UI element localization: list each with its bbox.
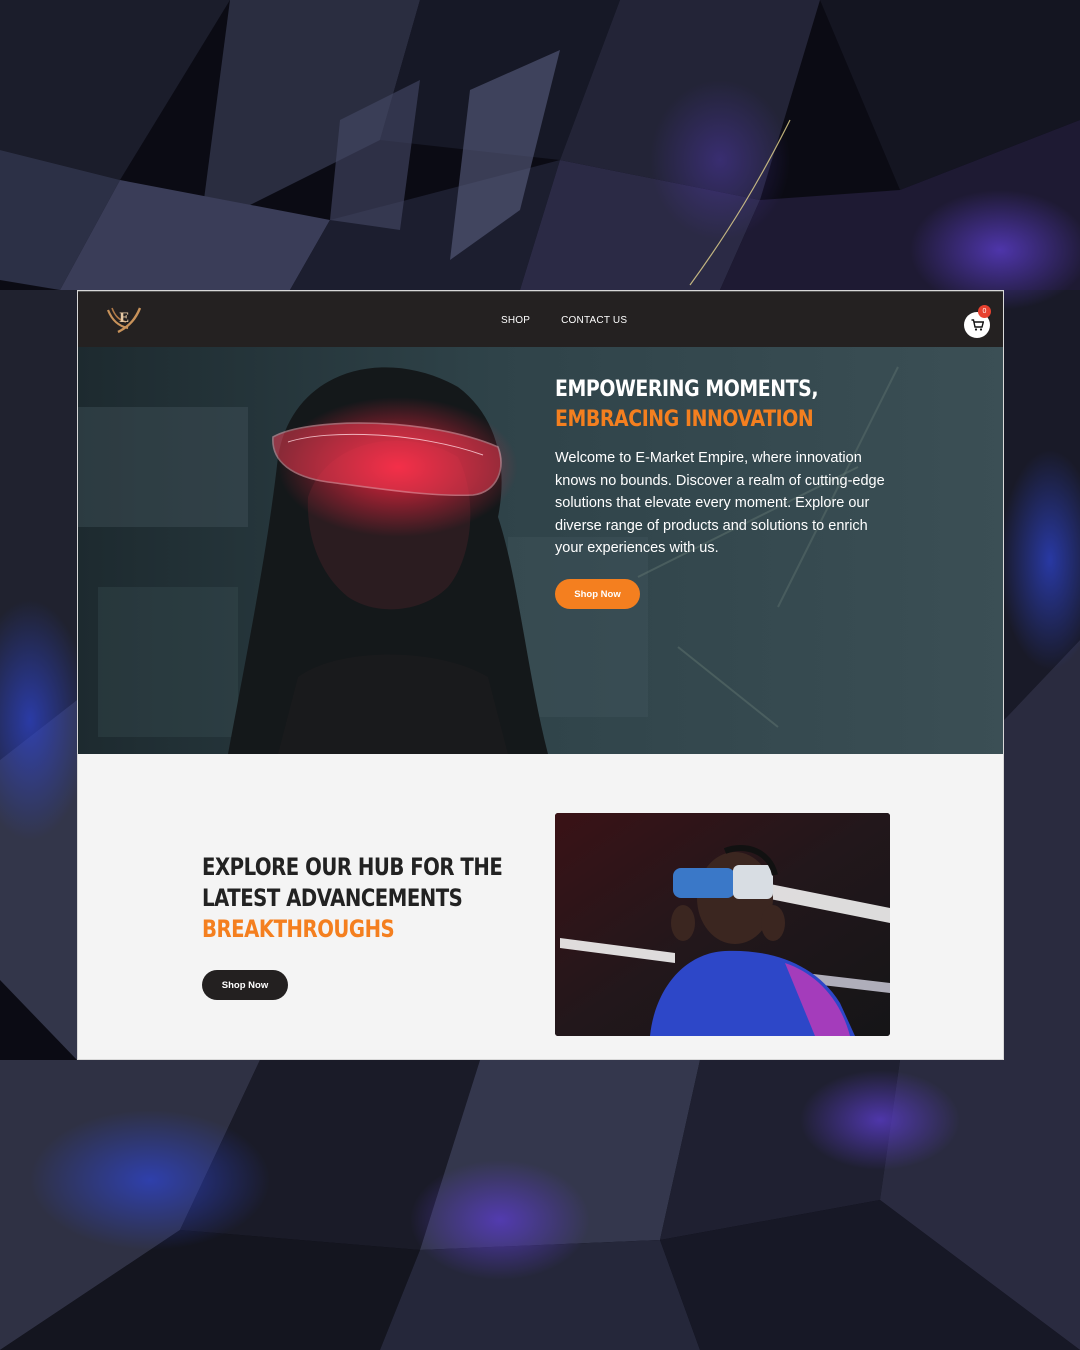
explore-title-line2: LATEST ADVANCEMENTS <box>202 884 463 912</box>
explore-title: EXPLORE OUR HUB FOR THE LATEST ADVANCEME… <box>202 852 530 945</box>
hero-shop-now-button[interactable]: Shop Now <box>555 579 640 609</box>
nav-link-shop[interactable]: SHOP <box>501 315 530 326</box>
hero-title: EMPOWERING MOMENTS, EMBRACING INNOVATION <box>555 375 899 435</box>
hero-section: EMPOWERING MOMENTS, EMBRACING INNOVATION… <box>78 347 1003 754</box>
navbar: E SHOP CONTACT US 0 <box>78 291 1003 347</box>
website-mockup: E SHOP CONTACT US 0 EMPOWERING MOMENTS, … <box>77 290 1004 1060</box>
hero-text-block: EMPOWERING MOMENTS, EMBRACING INNOVATION… <box>555 375 895 560</box>
cart-icon <box>971 319 984 331</box>
hero-title-line2: EMBRACING INNOVATION <box>555 407 814 432</box>
hero-title-line1: EMPOWERING MOMENTS, <box>555 377 819 402</box>
explore-shop-now-button[interactable]: Shop Now <box>202 970 288 1000</box>
explore-title-line3: BREAKTHROUGHS <box>202 915 395 943</box>
hero-description: Welcome to E-Market Empire, where innova… <box>555 450 885 556</box>
vr-headset-person-image <box>555 813 890 1036</box>
explore-section: EXPLORE OUR HUB FOR THE LATEST ADVANCEME… <box>78 754 1003 1059</box>
cart-count-badge: 0 <box>978 305 991 318</box>
e-wing-logo-icon[interactable]: E <box>104 304 144 336</box>
svg-text:E: E <box>119 311 129 326</box>
nav-link-contact-us[interactable]: CONTACT US <box>561 315 627 326</box>
nav-links: SHOP CONTACT US <box>501 292 627 348</box>
explore-title-line1: EXPLORE OUR HUB FOR THE <box>202 853 503 881</box>
